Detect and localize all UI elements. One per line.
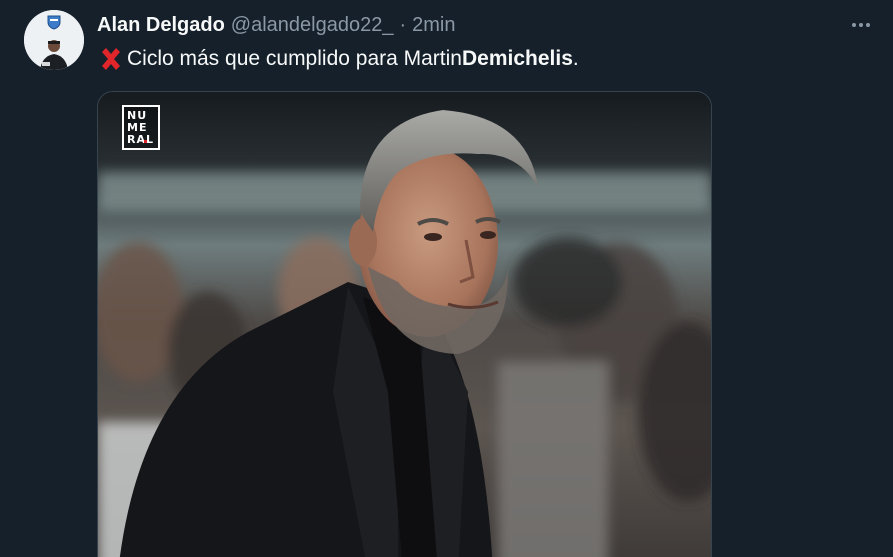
photo-image	[98, 92, 711, 557]
user-avatar[interactable]	[24, 10, 84, 70]
numeral-logo: NU ME RAL	[122, 105, 160, 150]
more-horizontal-icon	[852, 23, 870, 27]
user-handle[interactable]: @alandelgado22_	[231, 14, 394, 37]
tweet-header: Alan Delgado @alandelgado22_ · 2min	[97, 11, 456, 39]
tweet-text: Ciclo más que cumplido para Martin Demic…	[97, 44, 579, 74]
avatar-image	[24, 10, 84, 70]
tweet-media-photo[interactable]: NU ME RAL	[97, 91, 712, 557]
tweet-text-end: .	[572, 47, 579, 70]
logo-line-3: RAL	[127, 132, 154, 146]
separator-dot: ·	[399, 13, 407, 36]
tweet-text-plain: Ciclo más que cumplido para Martin	[127, 47, 462, 70]
cross-mark-icon	[102, 48, 120, 70]
more-options-button[interactable]	[846, 12, 876, 38]
logo-line-2: ME	[127, 120, 148, 134]
tweet-timestamp[interactable]: 2min	[412, 14, 455, 37]
tweet: Alan Delgado @alandelgado22_ · 2min Cicl…	[0, 0, 893, 557]
logo-line-1: NU	[127, 108, 148, 122]
display-name[interactable]: Alan Delgado	[97, 14, 225, 37]
tweet-text-bold: Demichelis	[461, 47, 573, 70]
logo-red-dot	[144, 140, 147, 143]
